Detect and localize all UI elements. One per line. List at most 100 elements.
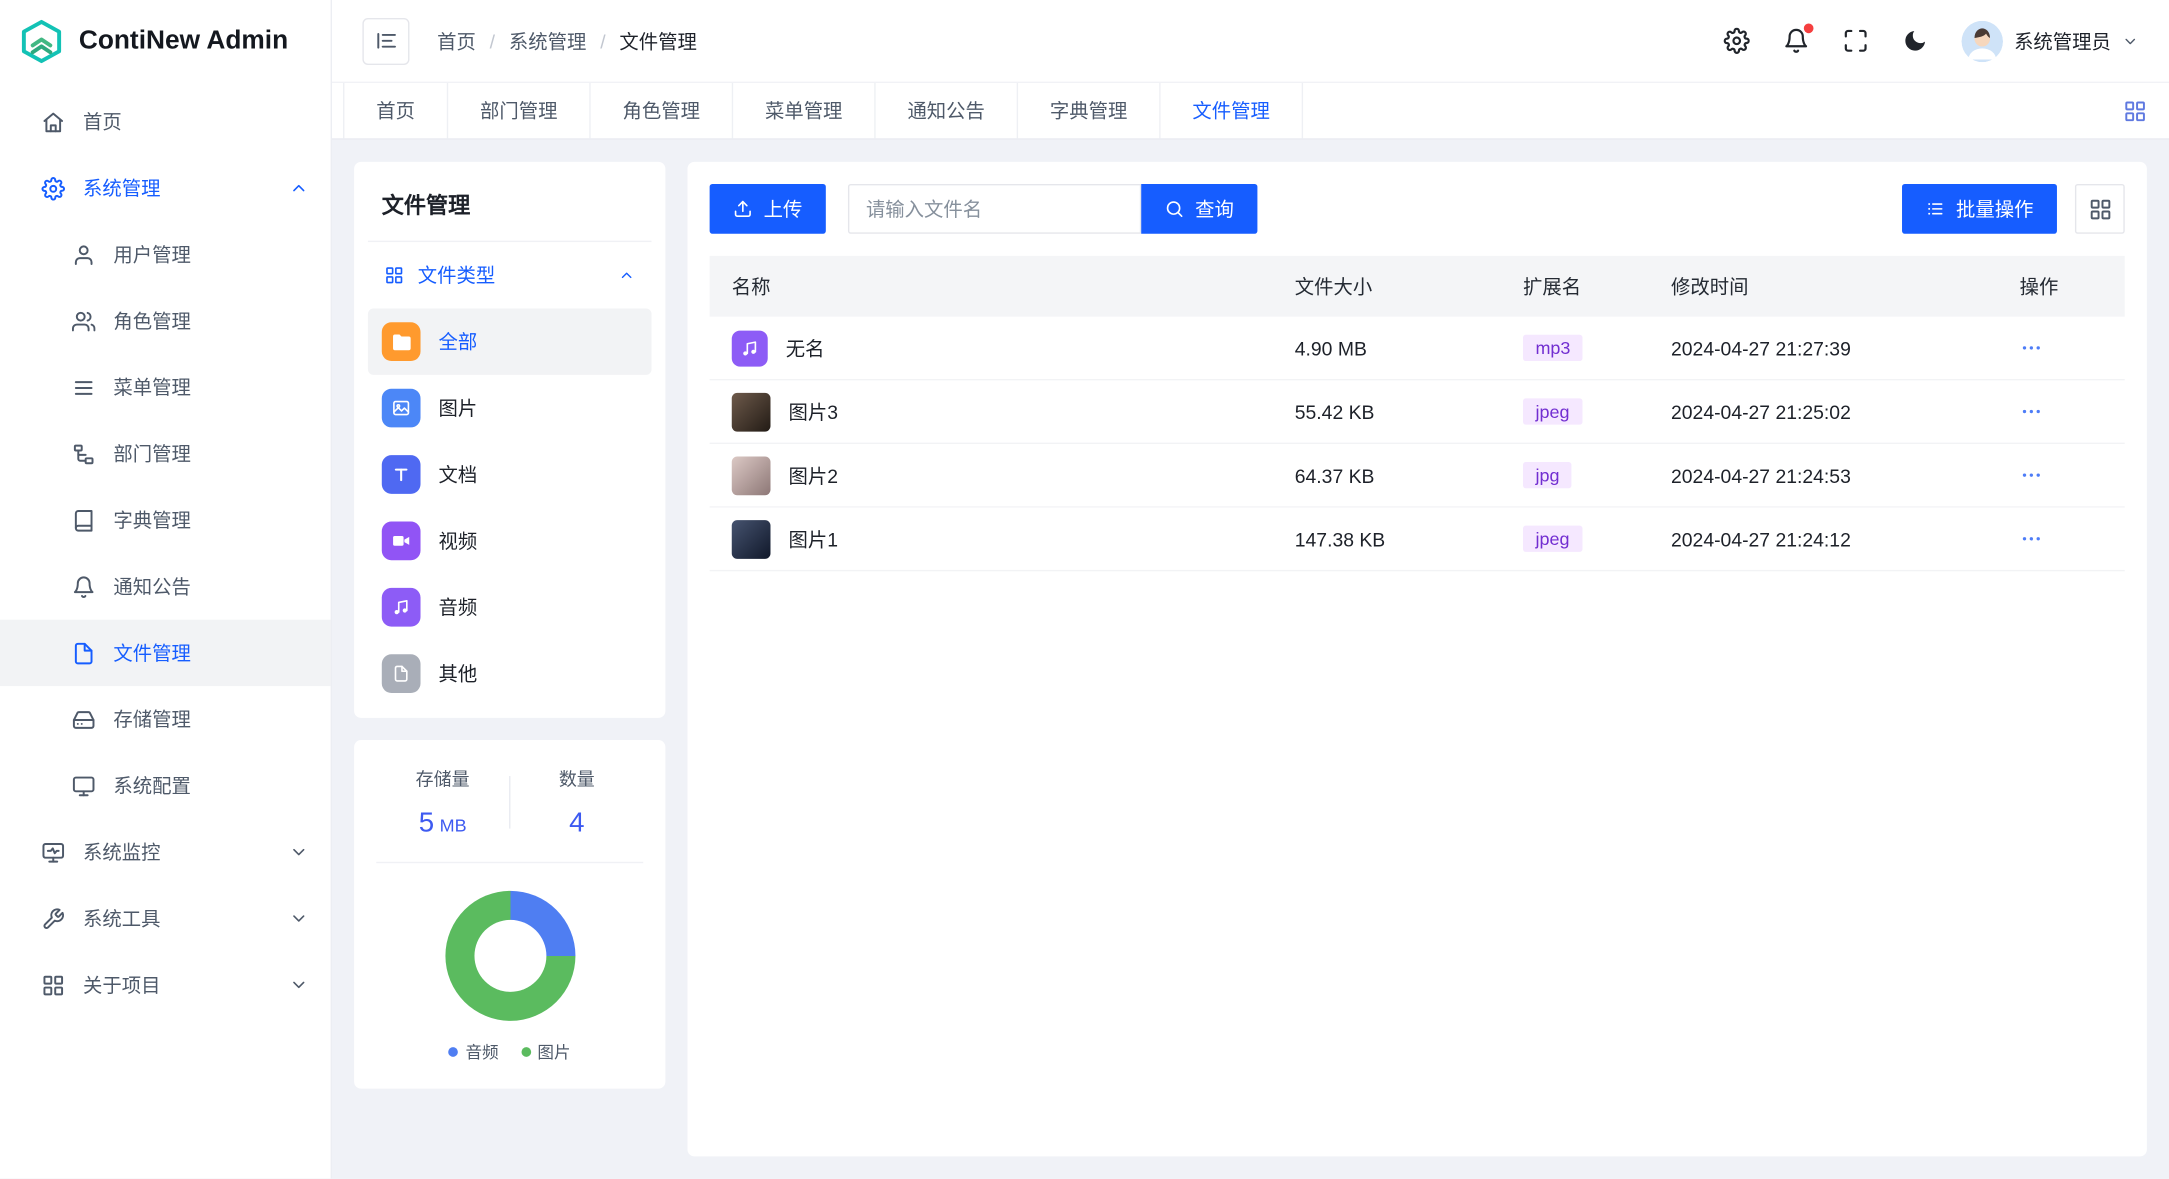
- sidebar-item-role-management[interactable]: 角色管理: [0, 288, 331, 354]
- sidebar-item-system-tools[interactable]: 系统工具: [0, 885, 331, 951]
- upload-icon: [733, 199, 752, 218]
- legend-item-image[interactable]: 图片: [521, 1040, 571, 1064]
- table-row[interactable]: 图片2 64.37 KB jpg 2024-04-27 21:24:53: [710, 444, 2125, 508]
- image-thumbnail: [732, 392, 771, 431]
- sidebar-collapse-button[interactable]: [362, 17, 409, 64]
- sidebar-item-department-management[interactable]: 部门管理: [0, 421, 331, 487]
- chevron-down-icon: [289, 909, 308, 928]
- file-name[interactable]: 图片2: [788, 461, 838, 489]
- sidebar-item-file-management[interactable]: 文件管理: [0, 620, 331, 686]
- tab-label: 通知公告: [907, 97, 984, 125]
- grid-view-button[interactable]: [2075, 184, 2125, 234]
- divider: [376, 862, 643, 863]
- chevron-down-icon: [289, 842, 308, 861]
- more-actions-icon[interactable]: [2020, 336, 2125, 360]
- file-size: 55.42 KB: [1295, 400, 1523, 422]
- toolbar-right: 批量操作: [1902, 184, 2125, 234]
- sidebar-item-about[interactable]: 关于项目: [0, 952, 331, 1018]
- more-actions-icon[interactable]: [2020, 400, 2125, 424]
- file-name[interactable]: 无名: [786, 334, 825, 362]
- storage-icon: [72, 708, 96, 732]
- sidebar-item-storage-management[interactable]: 存储管理: [0, 686, 331, 752]
- sidebar-item-system-management[interactable]: 系统管理: [0, 155, 331, 221]
- breadcrumb-system-management[interactable]: 系统管理: [509, 27, 586, 55]
- tab-role[interactable]: 角色管理: [591, 83, 733, 138]
- tab-menu[interactable]: 菜单管理: [733, 83, 875, 138]
- user-menu[interactable]: 系统管理员: [1962, 20, 2139, 61]
- settings-gear-icon[interactable]: [1724, 28, 1750, 54]
- file-type-other[interactable]: 其他: [368, 640, 652, 706]
- grid-icon: [41, 973, 65, 997]
- document-icon: [382, 455, 421, 494]
- image-thumbnail: [732, 456, 771, 495]
- sidebar-item-menu-management[interactable]: 菜单管理: [0, 354, 331, 420]
- sidebar-item-label: 关于项目: [83, 971, 160, 999]
- file-table: 名称 文件大小 扩展名 修改时间 操作 无名 4.90 MB: [710, 256, 2125, 571]
- table-row[interactable]: 无名 4.90 MB mp3 2024-04-27 21:27:39: [710, 317, 2125, 381]
- file-type-document[interactable]: 文档: [368, 441, 652, 507]
- sidebar-item-notice[interactable]: 通知公告: [0, 553, 331, 619]
- breadcrumb: 首页 / 系统管理 / 文件管理: [437, 27, 697, 55]
- file-modified-time: 2024-04-27 21:24:12: [1671, 528, 2020, 550]
- header-time: 修改时间: [1671, 273, 2020, 301]
- notifications-bell-icon[interactable]: [1783, 28, 1809, 54]
- upload-button[interactable]: 上传: [710, 184, 826, 234]
- sidebar-item-system-config[interactable]: 系统配置: [0, 753, 331, 819]
- search-input[interactable]: [848, 184, 1141, 234]
- sidebar-item-label: 系统配置: [113, 772, 190, 800]
- legend-item-audio[interactable]: 音频: [449, 1040, 499, 1064]
- search-button-label: 查询: [1195, 195, 1234, 223]
- extension-tag: jpeg: [1523, 398, 1582, 424]
- storage-donut-chart: [445, 891, 575, 1021]
- topbar: 首页 / 系统管理 / 文件管理: [332, 0, 2169, 83]
- batch-actions-button[interactable]: 批量操作: [1902, 184, 2057, 234]
- file-name[interactable]: 图片1: [788, 525, 838, 553]
- tab-department[interactable]: 部门管理: [448, 83, 590, 138]
- book-icon: [72, 508, 96, 532]
- search-button[interactable]: 查询: [1141, 184, 1257, 234]
- search-group: 查询: [848, 184, 1257, 234]
- file-type-image[interactable]: 图片: [368, 375, 652, 441]
- count-stat: 数量 4: [510, 765, 643, 840]
- brand-header[interactable]: ContiNew Admin: [0, 0, 331, 83]
- users-icon: [72, 309, 96, 333]
- toolbar: 上传 查询 批量操作: [710, 184, 2125, 234]
- storage-stat: 存储量 5MB: [376, 765, 509, 840]
- file-name[interactable]: 图片3: [788, 398, 838, 426]
- file-type-label: 音频: [439, 593, 478, 621]
- table-row[interactable]: 图片3 55.42 KB jpeg 2024-04-27 21:25:02: [710, 380, 2125, 444]
- more-actions-icon[interactable]: [2020, 527, 2125, 551]
- sidebar-item-system-monitor[interactable]: 系统监控: [0, 819, 331, 885]
- sidebar-item-user-management[interactable]: 用户管理: [0, 221, 331, 287]
- file-type-audio[interactable]: 音频: [368, 574, 652, 640]
- file-type-group-header[interactable]: 文件类型: [368, 242, 652, 308]
- file-type-video[interactable]: 视频: [368, 508, 652, 574]
- table-row[interactable]: 图片1 147.38 KB jpeg 2024-04-27 21:24:12: [710, 508, 2125, 572]
- tab-label: 文件管理: [1192, 97, 1269, 125]
- dark-mode-moon-icon[interactable]: [1902, 28, 1928, 54]
- sidebar-item-dict-management[interactable]: 字典管理: [0, 487, 331, 553]
- home-icon: [41, 110, 65, 134]
- image-icon: [382, 389, 421, 428]
- tab-label: 部门管理: [480, 97, 557, 125]
- tab-dict[interactable]: 字典管理: [1018, 83, 1160, 138]
- tab-home[interactable]: 首页: [343, 83, 448, 138]
- sidebar-item-home[interactable]: 首页: [0, 89, 331, 155]
- video-icon: [382, 522, 421, 561]
- header-ext: 扩展名: [1523, 273, 1671, 301]
- image-thumbnail: [732, 519, 771, 558]
- main-area: 首页 / 系统管理 / 文件管理: [332, 0, 2169, 1179]
- fullscreen-icon[interactable]: [1843, 28, 1869, 54]
- tab-options-grid-icon[interactable]: [2101, 83, 2169, 138]
- count-value: 4: [510, 808, 643, 840]
- tab-notice[interactable]: 通知公告: [876, 83, 1018, 138]
- grid-small-icon: [385, 266, 404, 285]
- file-type-label: 图片: [439, 394, 478, 422]
- file-type-all[interactable]: 全部: [368, 308, 652, 374]
- tab-file[interactable]: 文件管理: [1161, 83, 1303, 138]
- file-list-card: 上传 查询 批量操作: [687, 162, 2146, 1157]
- file-type-label: 其他: [439, 660, 478, 688]
- breadcrumb-home[interactable]: 首页: [437, 27, 476, 55]
- more-actions-icon[interactable]: [2020, 463, 2125, 487]
- file-icon: [72, 641, 96, 665]
